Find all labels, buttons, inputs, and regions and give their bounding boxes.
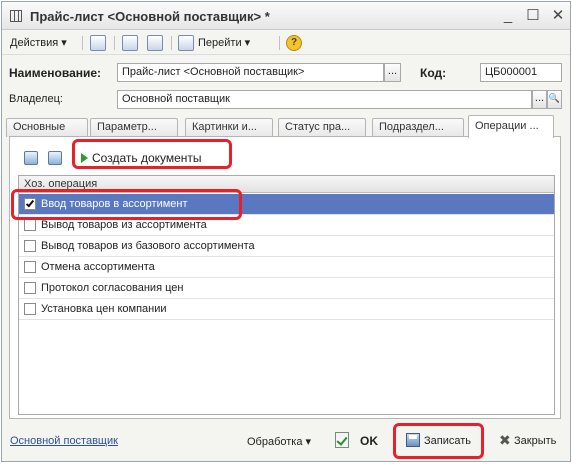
tab-pictures[interactable]: Картинки и... <box>185 118 273 137</box>
table-row[interactable]: Вывод товаров из ассортимента <box>19 215 554 236</box>
table-row[interactable]: Вывод товаров из базового ассортимента <box>19 236 554 257</box>
row-label: Вывод товаров из базового ассортимента <box>41 240 255 252</box>
toolbar-separator <box>114 36 115 50</box>
check-icon <box>335 432 349 448</box>
price-list-window: Прайс-лист <Основной поставщик> * _ ☐ ✕ … <box>1 1 571 462</box>
row-label: Вывод товаров из ассортимента <box>41 219 207 231</box>
tab-parameters[interactable]: Параметр... <box>90 118 178 137</box>
document-icon <box>10 10 22 22</box>
operations-panel: Создать документы Хоз. операция Ввод тов… <box>9 136 561 419</box>
close-button[interactable]: Закрыть <box>514 435 556 447</box>
owner-field[interactable]: Основной поставщик <box>117 90 532 109</box>
table-row[interactable]: Протокол согласования цен <box>19 278 554 299</box>
goto-menu[interactable]: Перейти ▾ <box>198 35 250 51</box>
refresh-icon[interactable] <box>147 35 163 51</box>
title-bar: Прайс-лист <Основной поставщик> * _ ☐ ✕ <box>2 2 570 30</box>
row-label: Ввод товаров в ассортимент <box>41 198 188 210</box>
uncheck-all-icon[interactable] <box>48 151 62 165</box>
tab-bar: Основные Параметр... Картинки и... Стату… <box>2 115 570 138</box>
processing-menu[interactable]: Обработка ▾ <box>247 435 311 448</box>
row-checkbox[interactable] <box>24 282 36 294</box>
save-icon <box>406 433 420 447</box>
tab-subdivisions[interactable]: Подраздел... <box>372 118 464 137</box>
actions-menu[interactable]: Действия ▾ <box>10 35 67 51</box>
table-row[interactable]: Установка цен компании <box>19 299 554 320</box>
save-button[interactable]: Записать <box>424 435 471 447</box>
code-field[interactable]: ЦБ000001 <box>480 63 562 82</box>
maximize-button[interactable]: ☐ <box>523 6 543 26</box>
based-on-icon[interactable] <box>178 35 194 51</box>
tab-operations[interactable]: Операции ... <box>468 115 554 138</box>
form-toolbar: Действия ▾ Перейти ▾ ? <box>2 31 570 55</box>
check-all-icon[interactable] <box>24 151 38 165</box>
toolbar-separator <box>279 36 280 50</box>
ok-button[interactable]: OK <box>360 434 378 448</box>
table-row[interactable]: Отмена ассортимента <box>19 257 554 278</box>
row-checkbox[interactable] <box>24 198 36 210</box>
row-label: Установка цен компании <box>41 303 167 315</box>
name-label: Наименование: <box>9 66 102 80</box>
create-documents-button[interactable]: Создать документы <box>92 149 202 167</box>
help-icon[interactable]: ? <box>286 35 302 51</box>
owner-select-button[interactable]: ... <box>532 90 547 109</box>
row-label: Протокол согласования цен <box>41 282 184 294</box>
toolbar-separator <box>171 36 172 50</box>
tab-main[interactable]: Основные <box>6 118 88 137</box>
name-select-button[interactable]: ... <box>384 63 401 82</box>
toolbar-separator <box>82 36 83 50</box>
name-field[interactable]: Прайс-лист <Основной поставщик> <box>117 63 384 82</box>
operations-table: Хоз. операция Ввод товаров в ассортимент… <box>18 175 555 415</box>
close-icon: ✖ <box>499 432 511 448</box>
table-row[interactable]: Ввод товаров в ассортимент <box>19 194 554 215</box>
owner-label: Владелец: <box>9 93 63 105</box>
checkmark-icon <box>25 198 35 208</box>
row-checkbox[interactable] <box>24 219 36 231</box>
form-footer: Основной поставщик Обработка ▾ OK Записа… <box>2 419 570 463</box>
minimize-button[interactable]: _ <box>498 6 518 26</box>
row-checkbox[interactable] <box>24 240 36 252</box>
column-header-operation[interactable]: Хоз. операция <box>19 176 554 193</box>
copy-icon[interactable] <box>90 35 106 51</box>
list-icon[interactable] <box>122 35 138 51</box>
close-window-button[interactable]: ✕ <box>548 6 568 26</box>
window-title: Прайс-лист <Основной поставщик> * <box>30 9 270 24</box>
code-label: Код: <box>420 66 447 80</box>
row-checkbox[interactable] <box>24 303 36 315</box>
owner-link[interactable]: Основной поставщик <box>10 435 118 447</box>
row-label: Отмена ассортимента <box>41 261 155 273</box>
play-icon <box>81 153 88 163</box>
owner-open-button[interactable]: 🔍 <box>547 90 562 109</box>
row-checkbox[interactable] <box>24 261 36 273</box>
search-icon: 🔍 <box>548 93 561 103</box>
tab-price-status[interactable]: Статус пра... <box>278 118 366 137</box>
